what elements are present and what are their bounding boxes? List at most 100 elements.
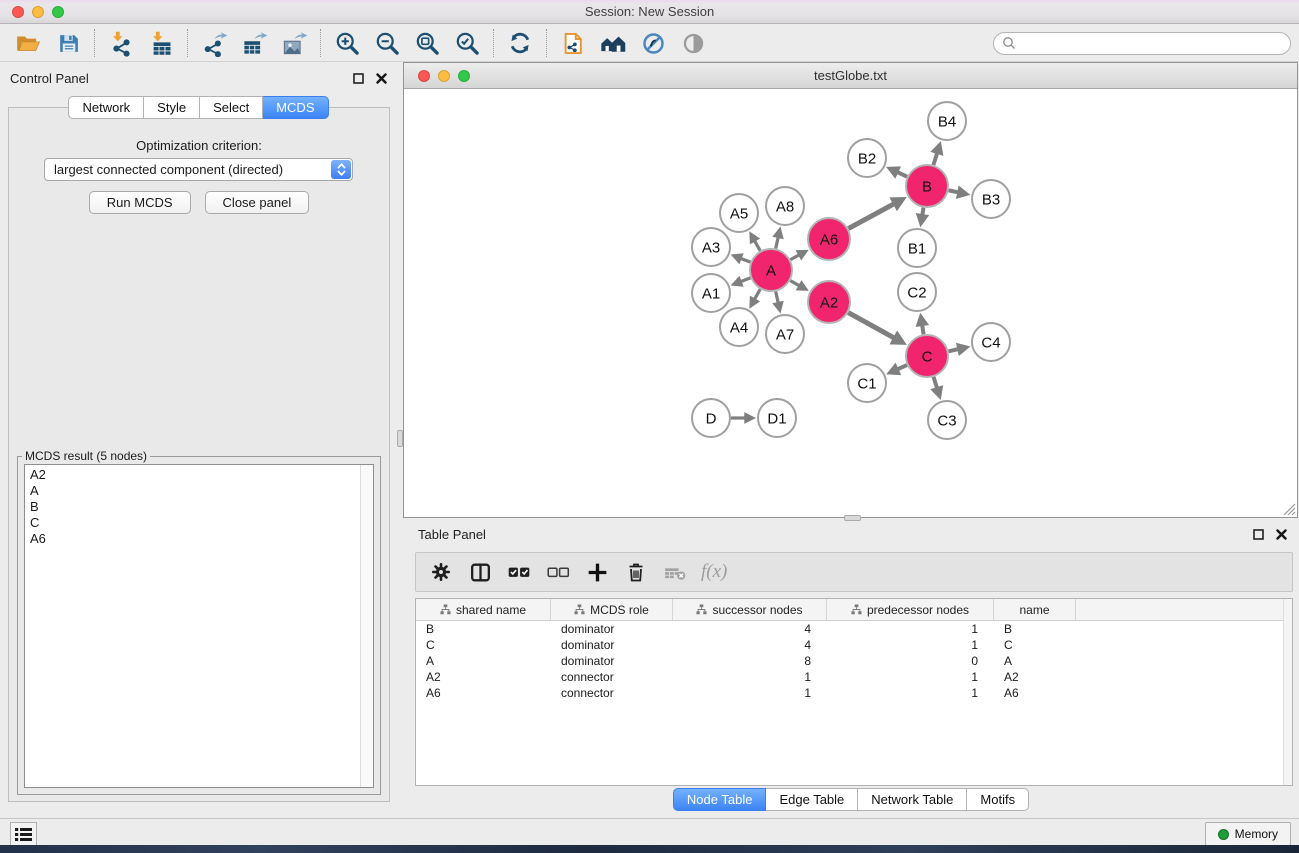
close-panel-icon[interactable] — [1276, 529, 1287, 540]
run-mcds-button[interactable]: Run MCDS — [89, 191, 191, 214]
first-neighbors-button[interactable] — [593, 27, 633, 59]
export-network-button[interactable] — [194, 27, 234, 59]
column-header-successor-nodes[interactable]: successor nodes — [673, 599, 827, 620]
tab-network-table[interactable]: Network Table — [858, 788, 967, 811]
column-header-shared-name[interactable]: shared name — [416, 599, 551, 620]
save-session-button[interactable] — [48, 27, 88, 59]
export-image-button[interactable] — [274, 27, 314, 59]
zoom-out-button[interactable] — [367, 27, 407, 59]
result-item[interactable]: B — [30, 499, 358, 515]
resize-grip-icon[interactable] — [1282, 502, 1296, 516]
delete-columns-button[interactable] — [621, 557, 651, 587]
zoom-selected-icon — [454, 30, 481, 57]
result-scrollbar[interactable] — [360, 465, 373, 787]
memory-button[interactable]: Memory — [1205, 822, 1291, 846]
table-header-row: shared nameMCDS role successor nodes prede… — [416, 599, 1292, 621]
column-header-name[interactable]: name — [994, 599, 1076, 620]
show-hide-graphics-details-button[interactable] — [673, 27, 713, 59]
tab-mcds[interactable]: MCDS — [263, 96, 328, 119]
close-panel-button[interactable]: Close panel — [205, 191, 310, 214]
vertical-divider-grip[interactable] — [397, 430, 403, 447]
graph-edge[interactable] — [933, 152, 937, 165]
zoom-out-icon — [374, 30, 401, 57]
apply-layout-button[interactable] — [500, 27, 540, 59]
checked-boxes-icon — [506, 559, 532, 585]
graph-node-label: C3 — [937, 412, 956, 429]
new-network-from-selection-button[interactable] — [553, 27, 593, 59]
tab-edge-table[interactable]: Edge Table — [766, 788, 858, 811]
toolbar-search — [993, 32, 1291, 55]
table-row[interactable]: Adominator80A — [416, 653, 1292, 669]
mcds-result-list[interactable]: A2ABCA6 — [24, 464, 374, 788]
table-panel-title: Table Panel — [418, 527, 486, 542]
table-row[interactable]: Cdominator41C — [416, 637, 1292, 653]
network-window-titlebar[interactable]: testGlobe.txt — [404, 63, 1297, 89]
table-settings-button[interactable] — [426, 557, 456, 587]
zoom-in-button[interactable] — [327, 27, 367, 59]
close-window-button[interactable] — [12, 6, 24, 18]
graph-edge-arrowhead — [772, 301, 783, 314]
zoom-selected-button[interactable] — [447, 27, 487, 59]
import-network-button[interactable] — [101, 27, 141, 59]
table-cell: A6 — [416, 686, 551, 700]
delete-table-button[interactable] — [660, 557, 690, 587]
float-panel-icon[interactable] — [353, 73, 364, 84]
add-column-button[interactable] — [582, 557, 612, 587]
network-canvas[interactable]: B4B2BB3A8A5A6A3B1AC2A1A2A4A7C4CC1C3DD1 — [404, 90, 1297, 517]
control-panel-title: Control Panel — [10, 71, 89, 86]
graph-node-label: C1 — [857, 375, 876, 392]
float-panel-icon[interactable] — [1253, 529, 1264, 540]
zoom-fit-button[interactable] — [407, 27, 447, 59]
search-input[interactable] — [1016, 35, 1282, 51]
table-cell: 1 — [827, 622, 994, 636]
tab-style[interactable]: Style — [144, 96, 200, 119]
unchecked-boxes-icon — [545, 559, 571, 585]
select-all-columns-button[interactable] — [504, 557, 534, 587]
tab-select[interactable]: Select — [200, 96, 263, 119]
graph-node-label: A6 — [820, 231, 838, 248]
result-item[interactable]: A2 — [30, 467, 358, 483]
table-row[interactable]: A2connector11A2 — [416, 669, 1292, 685]
toggle-panel-split-button[interactable] — [465, 557, 495, 587]
function-builder-button[interactable]: f(x) — [699, 557, 727, 587]
graph-node-label: D — [706, 410, 717, 427]
horizontal-divider-grip[interactable] — [844, 515, 861, 521]
toolbar-separator — [546, 29, 547, 57]
open-session-button[interactable] — [8, 27, 48, 59]
tab-motifs[interactable]: Motifs — [967, 788, 1029, 811]
graph-node-label: A5 — [730, 205, 748, 222]
export-table-button[interactable] — [234, 27, 274, 59]
table-cell: C — [416, 638, 551, 652]
column-header-MCDS-role[interactable]: MCDS role — [551, 599, 673, 620]
graph-edge[interactable] — [848, 203, 895, 228]
network-close-button[interactable] — [418, 70, 430, 82]
network-minimize-button[interactable] — [438, 70, 450, 82]
table-scrollbar[interactable] — [1283, 599, 1292, 785]
show-hide-labels-button[interactable] — [633, 27, 673, 59]
import-network-icon — [108, 30, 135, 57]
table-row[interactable]: Bdominator41B — [416, 621, 1292, 637]
table-cell: 4 — [673, 638, 827, 652]
result-item[interactable]: A6 — [30, 531, 358, 547]
tab-node-table[interactable]: Node Table — [673, 788, 767, 811]
graph-node-label: B3 — [982, 191, 1000, 208]
close-panel-icon[interactable] — [376, 73, 387, 84]
task-history-button[interactable] — [10, 822, 37, 846]
network-maximize-button[interactable] — [458, 70, 470, 82]
import-table-button[interactable] — [141, 27, 181, 59]
result-item[interactable]: A — [30, 483, 358, 499]
tab-network[interactable]: Network — [68, 96, 144, 119]
export-image-icon — [281, 30, 308, 57]
criterion-dropdown[interactable]: largest connected component (directed) — [44, 158, 353, 181]
column-header-label: successor nodes — [712, 603, 802, 617]
deselect-all-columns-button[interactable] — [543, 557, 573, 587]
network-graph[interactable]: B4B2BB3A8A5A6A3B1AC2A1A2A4A7C4CC1C3DD1 — [404, 90, 1297, 517]
node-table[interactable]: shared nameMCDS role successor nodes prede… — [415, 598, 1293, 786]
maximize-window-button[interactable] — [52, 6, 64, 18]
graph-edge[interactable] — [848, 313, 895, 339]
network-view-window: testGlobe.txt B4B2BB3A8A5A6A3B1AC2A1A2A4… — [403, 62, 1298, 518]
table-row[interactable]: A6connector11A6 — [416, 685, 1292, 701]
result-item[interactable]: C — [30, 515, 358, 531]
column-header-predecessor-nodes[interactable]: predecessor nodes — [827, 599, 994, 620]
minimize-window-button[interactable] — [32, 6, 44, 18]
